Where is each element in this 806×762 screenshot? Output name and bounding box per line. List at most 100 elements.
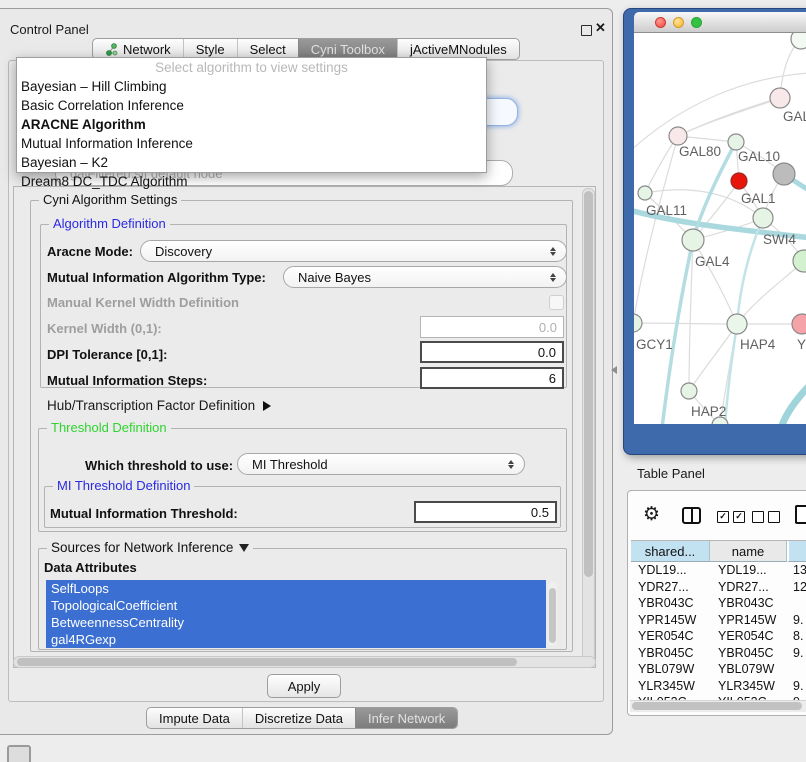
network-node[interactable] bbox=[753, 208, 773, 228]
expanded-arrow-icon[interactable] bbox=[239, 544, 249, 552]
network-edge[interactable] bbox=[737, 261, 804, 324]
column-header-name[interactable]: name bbox=[710, 541, 787, 562]
tab-label: Impute Data bbox=[159, 711, 230, 726]
network-icon bbox=[105, 42, 118, 56]
network-node[interactable] bbox=[727, 314, 747, 334]
network-node[interactable] bbox=[770, 88, 790, 108]
mi-type-combobox[interactable]: Naive Bayes bbox=[283, 266, 567, 288]
attribute-list-item[interactable]: TopologicalCoefficient bbox=[46, 597, 546, 614]
network-edge[interactable] bbox=[693, 240, 737, 324]
split-columns-icon[interactable] bbox=[682, 507, 701, 524]
network-node-label: GAL80 bbox=[679, 144, 721, 159]
table-row[interactable]: YBR043CYBR043C bbox=[631, 595, 806, 612]
table-cell: YLR345W bbox=[710, 679, 789, 693]
network-node[interactable] bbox=[773, 163, 795, 185]
aracne-mode-combobox[interactable]: Discovery bbox=[140, 240, 567, 262]
settings-horizontal-scrollbar[interactable] bbox=[13, 656, 596, 668]
table-function-icon[interactable] bbox=[795, 505, 806, 524]
attribute-list-item[interactable]: gal4RGexp bbox=[46, 631, 546, 648]
network-node-label: HAP2 bbox=[691, 404, 726, 419]
column-header-shared[interactable]: shared... bbox=[631, 541, 710, 562]
algorithm-option[interactable]: Mutual Information Inference bbox=[17, 134, 486, 153]
tab-style[interactable]: Style bbox=[183, 39, 237, 59]
dpi-tolerance-field[interactable]: 0.0 bbox=[420, 341, 564, 363]
collapsed-arrow-icon[interactable] bbox=[263, 401, 271, 411]
settings-vertical-scrollbar[interactable] bbox=[582, 188, 595, 666]
data-attributes-list[interactable]: SelfLoopsTopologicalCoefficientBetweenne… bbox=[46, 580, 546, 648]
table-row[interactable]: YLR345WYLR345W9. bbox=[631, 678, 806, 695]
tab-network[interactable]: Network bbox=[93, 39, 183, 59]
tab-infer-network[interactable]: Infer Network bbox=[355, 708, 457, 728]
table-row[interactable]: YBR045CYBR045C9. bbox=[631, 645, 806, 662]
network-node-label: HAP4 bbox=[740, 337, 776, 352]
network-node[interactable] bbox=[634, 314, 642, 332]
mi-type-label: Mutual Information Algorithm Type: bbox=[47, 270, 266, 285]
attribute-list-scrollbar[interactable] bbox=[548, 582, 557, 646]
algorithm-option[interactable]: ARACNE Algorithm bbox=[17, 115, 486, 134]
network-edge[interactable] bbox=[634, 323, 737, 324]
network-edge[interactable] bbox=[678, 98, 780, 136]
network-node[interactable] bbox=[669, 127, 687, 145]
network-node[interactable] bbox=[731, 173, 747, 189]
tab-jactivemnodules[interactable]: jActiveMNodules bbox=[397, 39, 519, 59]
minimized-window-icon[interactable] bbox=[7, 745, 31, 762]
tab-discretize-data[interactable]: Discretize Data bbox=[242, 708, 355, 728]
table-row[interactable]: YER054CYER054C8. bbox=[631, 628, 806, 645]
network-edge[interactable] bbox=[634, 136, 678, 323]
tab-impute-data[interactable]: Impute Data bbox=[147, 708, 242, 728]
group-title: Threshold Definition bbox=[47, 420, 171, 436]
network-edge[interactable] bbox=[634, 73, 806, 153]
column-header-extra[interactable] bbox=[787, 541, 806, 562]
table-horizontal-scrollbar[interactable] bbox=[630, 700, 806, 712]
which-threshold-combobox[interactable]: MI Threshold bbox=[237, 453, 525, 475]
algorithm-option[interactable]: Bayesian – Hill Climbing bbox=[17, 77, 486, 96]
network-canvas[interactable]: GALGAL80GAL10GAL1GAL11SWI4GAL4GCY1HAP4YH… bbox=[634, 33, 806, 424]
manual-kernel-checkbox[interactable] bbox=[549, 295, 564, 310]
network-graph[interactable]: GALGAL80GAL10GAL1GAL11SWI4GAL4GCY1HAP4YH… bbox=[634, 33, 806, 424]
panel-splitter-collapse-icon[interactable] bbox=[611, 366, 617, 374]
group-title: MI Threshold Definition bbox=[53, 478, 194, 494]
algorithm-option[interactable]: Bayesian – K2 bbox=[17, 153, 486, 172]
network-node[interactable] bbox=[681, 383, 697, 399]
network-node-label: GAL bbox=[783, 109, 806, 124]
algorithm-option[interactable]: Dream8 DC_TDC Algorithm bbox=[17, 172, 486, 191]
apply-button[interactable]: Apply bbox=[267, 674, 341, 698]
network-node[interactable] bbox=[682, 229, 704, 251]
tab-cyni-toolbox[interactable]: Cyni Toolbox bbox=[298, 39, 397, 59]
hub-factor-section[interactable]: Hub/Transcription Factor Definition bbox=[47, 398, 271, 413]
network-edge[interactable] bbox=[662, 142, 736, 424]
network-edge[interactable] bbox=[781, 383, 806, 424]
window-title: Control Panel bbox=[10, 22, 89, 37]
network-node[interactable] bbox=[791, 33, 806, 49]
select-all-checkboxes-icon[interactable]: ✓✓ bbox=[717, 511, 745, 523]
network-window-titlebar[interactable] bbox=[634, 12, 806, 33]
table-cell: YDL19... bbox=[631, 563, 710, 577]
table-row[interactable]: YDL19...YDL19...13 bbox=[631, 562, 806, 579]
network-node[interactable] bbox=[792, 314, 806, 334]
attribute-list-item[interactable]: SelfLoops bbox=[46, 580, 546, 597]
network-edge[interactable] bbox=[645, 136, 678, 193]
tab-select[interactable]: Select bbox=[237, 39, 298, 59]
kernel-width-field[interactable]: 0.0 bbox=[420, 316, 564, 338]
table-row[interactable]: YPR145WYPR145W9. bbox=[631, 612, 806, 629]
table-cell: YBL079W bbox=[631, 662, 710, 676]
mi-threshold-field[interactable]: 0.5 bbox=[414, 501, 557, 523]
network-node[interactable] bbox=[728, 134, 744, 150]
mi-steps-field[interactable]: 6 bbox=[420, 367, 564, 389]
gear-icon[interactable]: ⚙ bbox=[643, 503, 660, 525]
table-row[interactable]: YBL079WYBL079W bbox=[631, 661, 806, 678]
float-window-icon[interactable] bbox=[581, 25, 592, 36]
network-node-label: GAL11 bbox=[646, 203, 687, 218]
network-node[interactable] bbox=[638, 186, 652, 200]
kernel-width-label: Kernel Width (0,1): bbox=[47, 321, 162, 336]
zoom-traffic-light-icon[interactable] bbox=[691, 17, 702, 28]
table-cell: 9. bbox=[789, 646, 806, 660]
algorithm-option[interactable]: Basic Correlation Inference bbox=[17, 96, 486, 115]
close-icon[interactable]: ✕ bbox=[595, 20, 606, 36]
deselect-all-checkboxes-icon[interactable] bbox=[752, 511, 780, 523]
table-row[interactable]: YDR27...YDR27...12 bbox=[631, 579, 806, 596]
network-view-window[interactable]: GALGAL80GAL10GAL1GAL11SWI4GAL4GCY1HAP4YH… bbox=[623, 8, 806, 455]
attribute-list-item[interactable]: BetweennessCentrality bbox=[46, 614, 546, 631]
minimize-traffic-light-icon[interactable] bbox=[673, 17, 684, 28]
close-traffic-light-icon[interactable] bbox=[655, 17, 666, 28]
